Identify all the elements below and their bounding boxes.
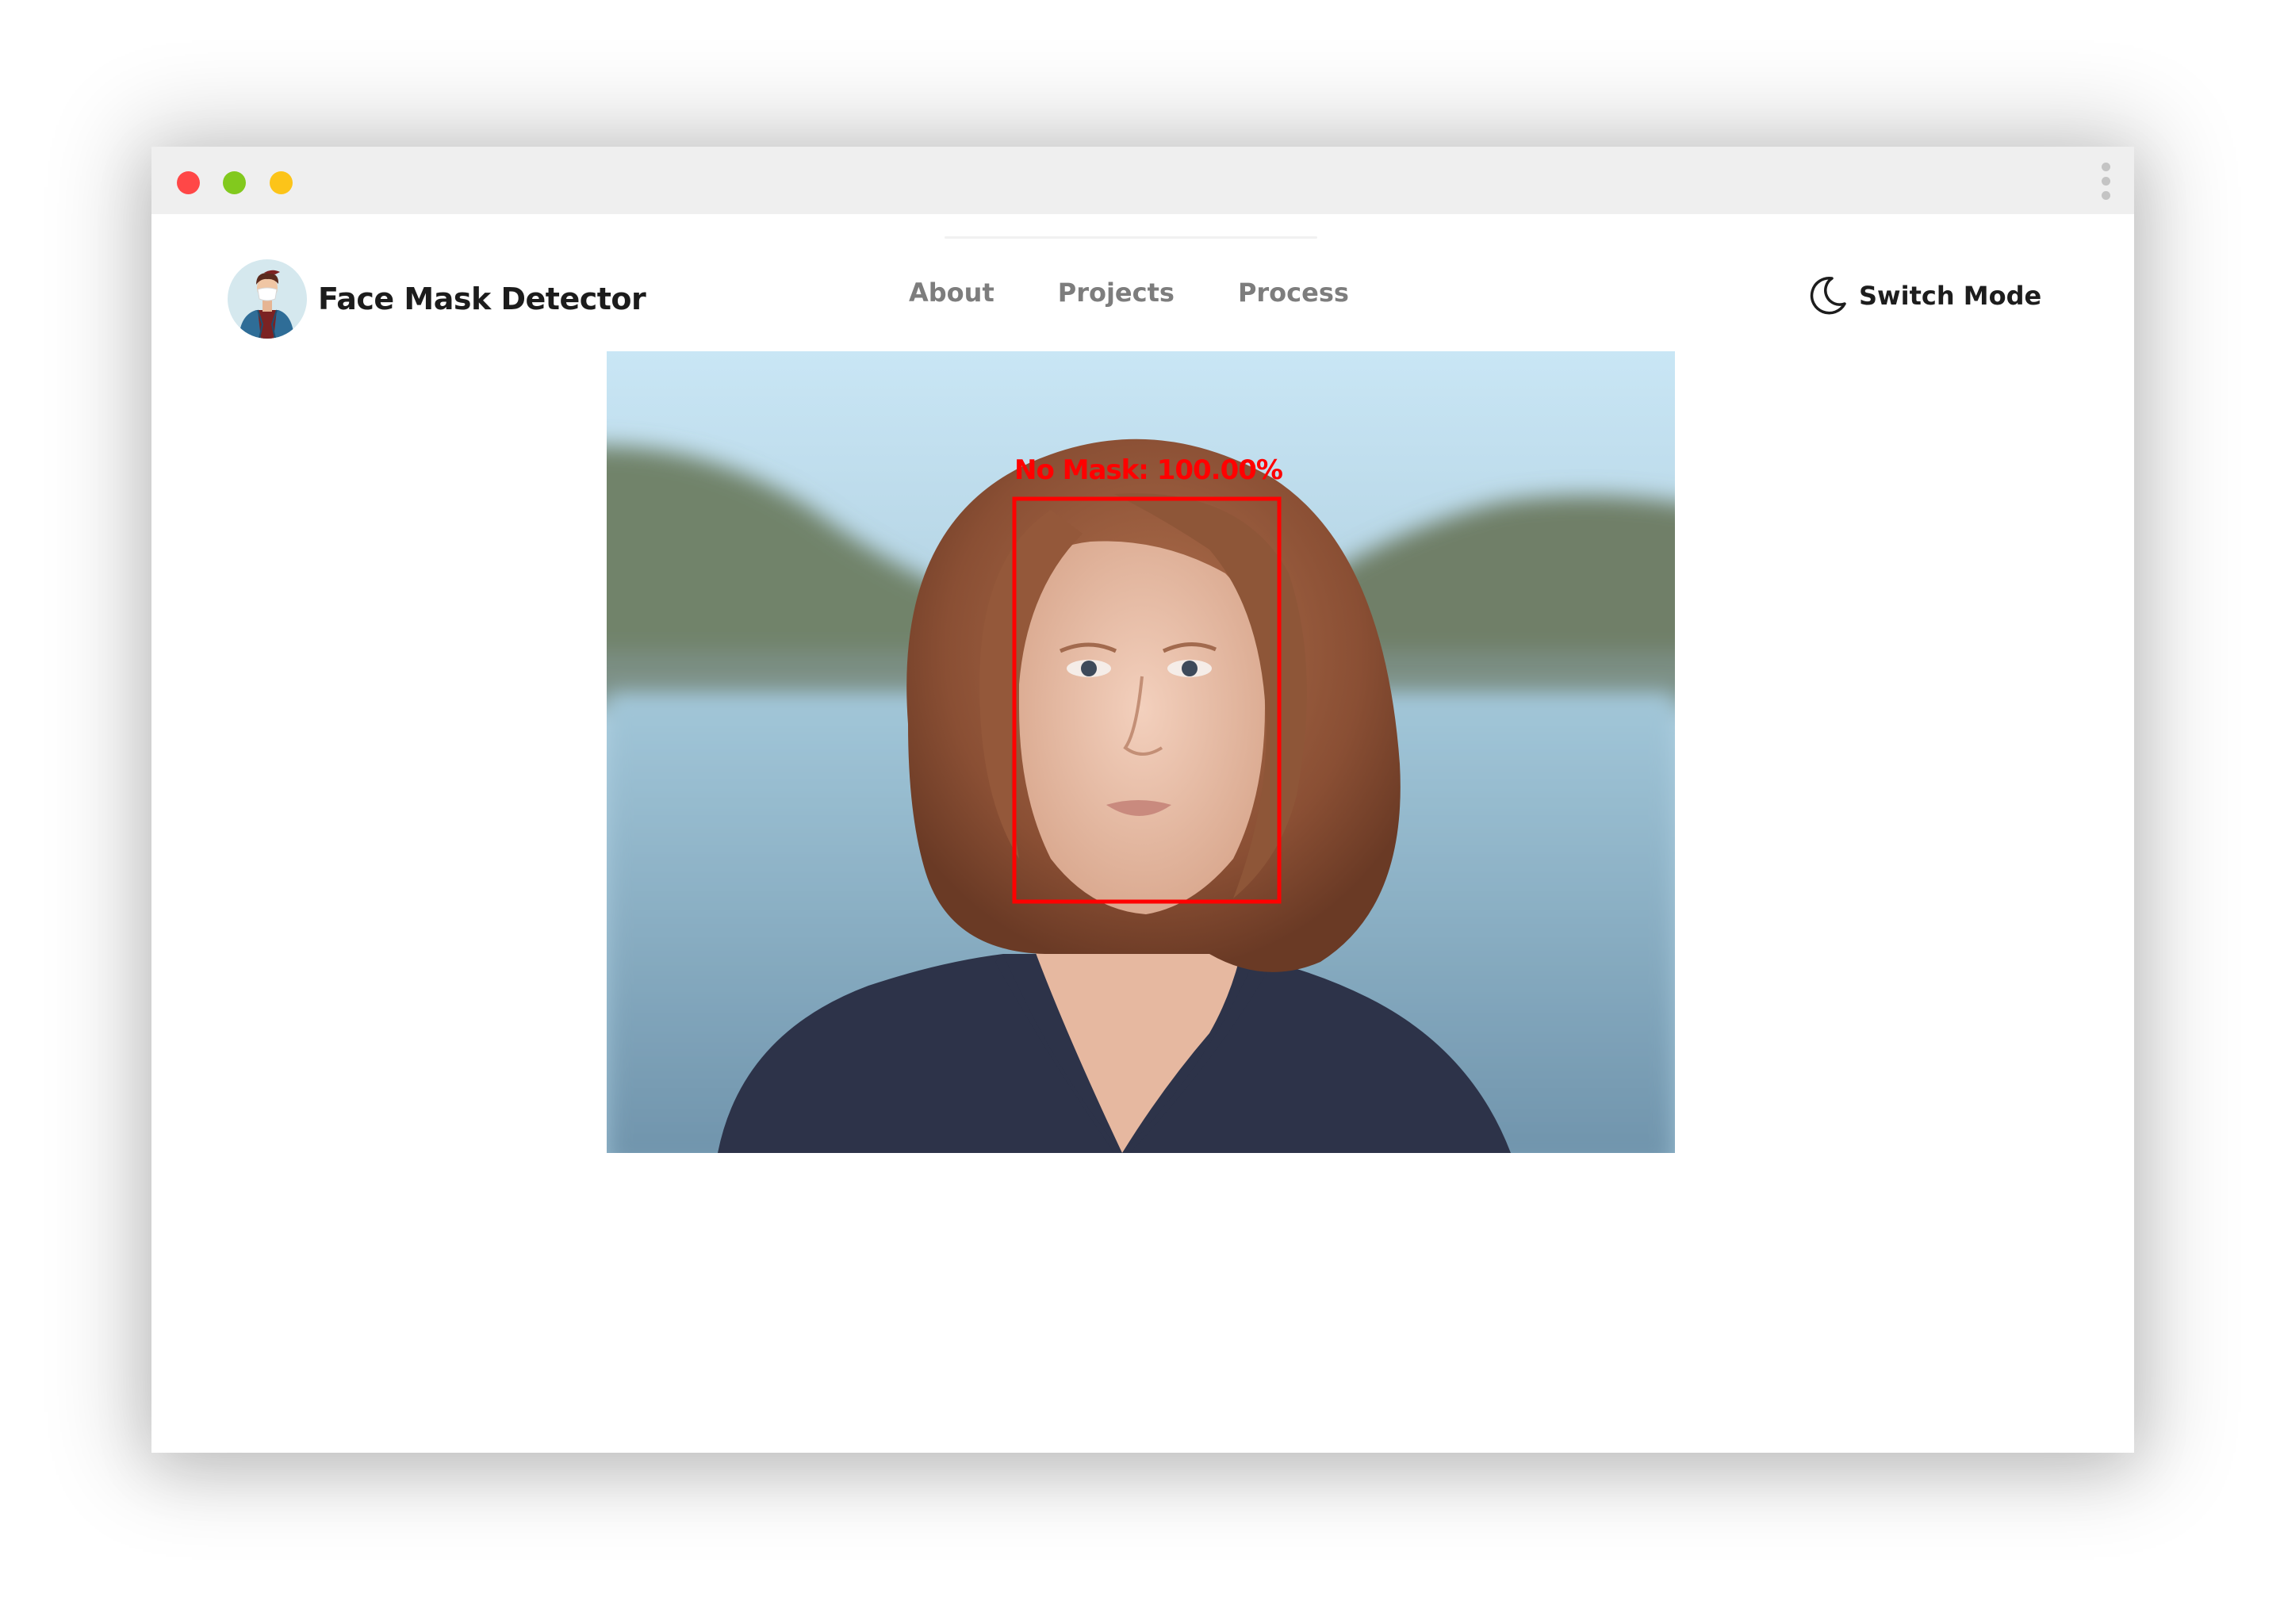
- nav-link-about[interactable]: About: [909, 278, 994, 308]
- top-divider: [945, 236, 1317, 239]
- maximize-window-button[interactable]: [270, 171, 293, 194]
- detection-label: No Mask: 100.00%: [1014, 454, 1283, 486]
- minimize-window-button[interactable]: [223, 171, 246, 194]
- masked-person-avatar-icon: [228, 259, 307, 339]
- kebab-menu-icon[interactable]: [2102, 163, 2111, 202]
- main-nav: About Projects Process: [909, 278, 1412, 308]
- nav-link-projects[interactable]: Projects: [1058, 278, 1175, 308]
- browser-window: Face Mask Detector About Projects Proces…: [151, 147, 2134, 1453]
- switch-mode-button[interactable]: Switch Mode: [1805, 272, 2041, 320]
- brand-name: Face Mask Detector: [318, 282, 646, 316]
- nav-link-process[interactable]: Process: [1238, 278, 1349, 308]
- moon-icon: [1810, 276, 1846, 315]
- detection-result-image: No Mask: 100.00%: [607, 351, 1675, 1153]
- close-window-button[interactable]: [177, 171, 200, 194]
- window-titlebar: [151, 147, 2134, 214]
- switch-mode-label: Switch Mode: [1859, 281, 2042, 311]
- brand[interactable]: Face Mask Detector: [228, 259, 646, 339]
